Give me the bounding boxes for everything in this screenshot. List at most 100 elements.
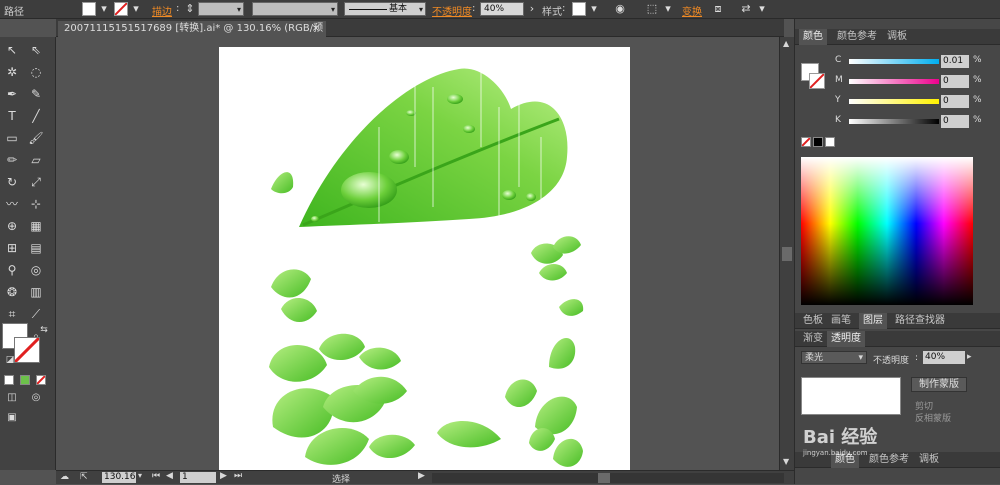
- fill-swatch[interactable]: [82, 2, 96, 16]
- direct-selection-tool-icon[interactable]: ⇖: [26, 41, 46, 59]
- black-color-chip[interactable]: [813, 137, 823, 147]
- horizontal-scrollbar[interactable]: [432, 473, 784, 483]
- draw-mode-icon[interactable]: ◫: [2, 389, 22, 407]
- opacity-label[interactable]: 不透明度: [432, 3, 472, 18]
- canvas-area[interactable]: [56, 37, 779, 470]
- tab-swatches[interactable]: 色板: [799, 313, 827, 329]
- align-to-icon[interactable]: ⬚: [644, 2, 660, 16]
- status-menu-icon[interactable]: ▶: [418, 471, 425, 481]
- scroll-down-icon[interactable]: ▼: [783, 457, 789, 466]
- transform-link[interactable]: 变换: [682, 3, 702, 18]
- stroke-swatch[interactable]: [114, 2, 128, 16]
- horizontal-scrollbar-thumb[interactable]: [598, 473, 610, 483]
- first-artboard-icon[interactable]: ⏮: [152, 471, 160, 481]
- variable-width-profile[interactable]: ▾: [252, 2, 338, 16]
- tab-color-guide[interactable]: 颜色参考: [833, 29, 881, 45]
- scroll-up-icon[interactable]: ▲: [783, 39, 789, 48]
- curvature-tool-icon[interactable]: ✎: [26, 85, 46, 103]
- slider-track[interactable]: [849, 119, 939, 124]
- cloud-sync-icon[interactable]: ☁: [60, 472, 69, 482]
- stroke-weight-stepper-icon[interactable]: ⇕: [182, 2, 198, 16]
- screen-mode-icon[interactable]: ▣: [2, 409, 22, 427]
- gradient-tool-icon[interactable]: ▤: [26, 239, 46, 257]
- color-mode-icon[interactable]: [4, 375, 14, 385]
- magenta-slider[interactable]: M 0 %: [835, 75, 1000, 89]
- opacity-input[interactable]: 40%: [480, 2, 524, 16]
- vertical-scrollbar[interactable]: ▲ ▼: [779, 37, 794, 470]
- slider-track[interactable]: [849, 59, 939, 64]
- brush-definition[interactable]: 基本 ▾: [344, 2, 426, 16]
- make-mask-button[interactable]: 制作蒙版: [911, 377, 967, 392]
- tab-transparency[interactable]: 透明度: [827, 331, 865, 347]
- tab-color[interactable]: 颜色: [799, 29, 827, 45]
- recolor-artwork-icon[interactable]: ◉: [612, 2, 628, 16]
- tab-gradient[interactable]: 渐变: [799, 331, 827, 347]
- swap-fill-stroke-icon[interactable]: ⇆: [34, 321, 54, 339]
- rotate-tool-icon[interactable]: ↻: [2, 173, 22, 191]
- slider-value[interactable]: 0: [941, 75, 969, 88]
- previous-artboard-icon[interactable]: ◀: [166, 471, 173, 481]
- zoom-field[interactable]: 130.16: [102, 472, 136, 483]
- stroke-dropdown-icon[interactable]: ▾: [128, 2, 144, 16]
- isolate-group-icon[interactable]: ⧈: [710, 2, 726, 16]
- scale-tool-icon[interactable]: ⤢: [26, 173, 46, 191]
- align-dropdown-icon[interactable]: ▾: [660, 2, 676, 16]
- document-icon[interactable]: ⇱: [80, 472, 88, 482]
- eyedropper-tool-icon[interactable]: ⚲: [2, 261, 22, 279]
- none-mode-icon[interactable]: [36, 375, 46, 385]
- panel-stroke-swatch[interactable]: [809, 73, 825, 89]
- slider-value[interactable]: 0.01: [941, 55, 969, 68]
- yellow-slider[interactable]: Y 0 %: [835, 95, 1000, 109]
- eraser-tool-icon[interactable]: ▱: [26, 151, 46, 169]
- slider-value[interactable]: 0: [941, 95, 969, 108]
- free-transform-tool-icon[interactable]: ⊹: [26, 195, 46, 213]
- none-color-chip[interactable]: [801, 137, 811, 147]
- stroke-weight-field[interactable]: ▾: [198, 2, 244, 16]
- flip-icon[interactable]: ⇄: [738, 2, 754, 16]
- paintbrush-tool-icon[interactable]: 🖌: [26, 129, 46, 147]
- default-fill-stroke-icon[interactable]: ◪: [0, 351, 20, 369]
- type-tool-icon[interactable]: T: [2, 107, 22, 125]
- last-artboard-icon[interactable]: ⏭: [234, 471, 242, 481]
- draw-behind-icon[interactable]: ◎: [26, 389, 46, 407]
- flip-dropdown-icon[interactable]: ▾: [754, 2, 770, 16]
- graphic-style-swatch[interactable]: [572, 2, 586, 16]
- cyan-slider[interactable]: C 0.01 %: [835, 55, 1000, 69]
- shape-builder-tool-icon[interactable]: ⊕: [2, 217, 22, 235]
- panel-opacity-input[interactable]: 40%: [923, 351, 965, 364]
- symbol-sprayer-tool-icon[interactable]: ❂: [2, 283, 22, 301]
- artboard-tool-icon[interactable]: ⌗: [2, 305, 22, 323]
- gradient-mode-icon[interactable]: [20, 375, 30, 385]
- white-color-chip[interactable]: [825, 137, 835, 147]
- pen-tool-icon[interactable]: ✒: [2, 85, 22, 103]
- artboard[interactable]: [219, 47, 630, 470]
- selection-tool-icon[interactable]: ↖: [2, 41, 22, 59]
- slider-value[interactable]: 0: [941, 115, 969, 128]
- lasso-tool-icon[interactable]: ◌: [26, 63, 46, 81]
- blend-mode-select[interactable]: 柔光 ▾: [801, 351, 867, 364]
- tab-swatch-library[interactable]: 调板: [883, 29, 911, 45]
- color-spectrum[interactable]: [801, 157, 973, 305]
- opacity-arrow-icon[interactable]: ›: [524, 2, 540, 16]
- zoom-dropdown-icon[interactable]: ▾: [138, 471, 142, 480]
- scrollbar-thumb[interactable]: [782, 247, 792, 261]
- tab-brushes[interactable]: 画笔: [827, 313, 855, 329]
- slider-track[interactable]: [849, 99, 939, 104]
- style-dropdown-icon[interactable]: ▾: [586, 2, 602, 16]
- magic-wand-tool-icon[interactable]: ✲: [2, 63, 22, 81]
- panel-opacity-arrow-icon[interactable]: ▸: [967, 352, 972, 362]
- tab-pathfinder[interactable]: 路径查找器: [891, 313, 949, 329]
- blend-tool-icon[interactable]: ◎: [26, 261, 46, 279]
- slider-track[interactable]: [849, 79, 939, 84]
- pencil-tool-icon[interactable]: ✏: [2, 151, 22, 169]
- column-graph-tool-icon[interactable]: ▥: [26, 283, 46, 301]
- next-artboard-icon[interactable]: ▶: [220, 471, 227, 481]
- tab-layers[interactable]: 图层: [859, 313, 887, 329]
- fill-dropdown-icon[interactable]: ▾: [96, 2, 112, 16]
- mesh-tool-icon[interactable]: ⊞: [2, 239, 22, 257]
- document-tab[interactable]: 20071115151517689 [转换].ai* @ 130.16% (RG…: [58, 21, 326, 49]
- perspective-grid-tool-icon[interactable]: ▦: [26, 217, 46, 235]
- line-tool-icon[interactable]: ╱: [26, 107, 46, 125]
- close-tab-icon[interactable]: ×: [312, 21, 320, 36]
- leaves-artwork[interactable]: [219, 47, 630, 470]
